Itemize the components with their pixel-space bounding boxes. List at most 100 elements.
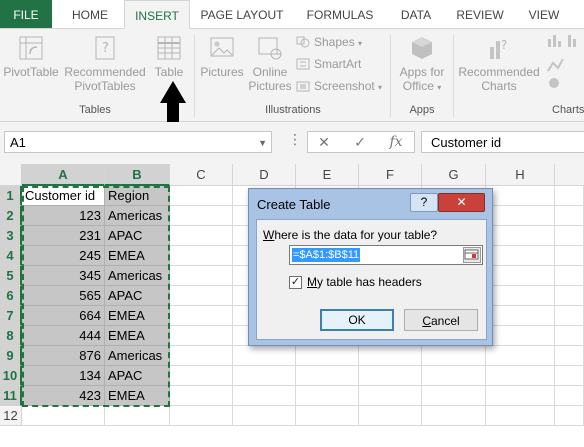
cell[interactable] <box>170 406 233 426</box>
row-header[interactable]: 6 <box>0 286 22 306</box>
column-header-f[interactable]: F <box>359 164 422 186</box>
cell[interactable] <box>422 406 486 426</box>
confirm-entry-icon[interactable]: ✓ <box>348 134 372 151</box>
cell[interactable] <box>422 366 486 386</box>
help-button[interactable]: ? <box>410 193 438 212</box>
pivottable-button[interactable]: PivotTable <box>2 35 60 79</box>
cancel-entry-icon[interactable]: ✕ <box>312 134 336 151</box>
cell[interactable] <box>170 246 233 266</box>
cell[interactable] <box>105 406 170 426</box>
cell[interactable] <box>555 266 584 286</box>
tab-formulas[interactable]: FORMULAS <box>302 0 378 28</box>
cell[interactable] <box>170 386 233 406</box>
cell[interactable] <box>486 346 555 366</box>
cell[interactable] <box>555 346 584 366</box>
cell[interactable] <box>555 246 584 266</box>
cell[interactable] <box>296 366 359 386</box>
select-all-corner[interactable] <box>0 164 22 186</box>
shapes-button[interactable]: Shapes ▾ <box>296 33 362 51</box>
column-header-c[interactable]: C <box>170 164 233 186</box>
cell[interactable]: 345 <box>22 266 105 286</box>
formula-input[interactable]: Customer id <box>421 131 584 153</box>
tab-home[interactable]: HOME <box>58 0 122 28</box>
cell[interactable] <box>296 386 359 406</box>
recommended-pivottables-button[interactable]: ? Recommended PivotTables <box>62 35 148 93</box>
tab-review[interactable]: REVIEW <box>450 0 510 28</box>
cell[interactable] <box>555 206 584 226</box>
cell[interactable] <box>555 286 584 306</box>
ok-button[interactable]: OK <box>320 309 394 331</box>
cancel-button[interactable]: Cancel <box>404 309 478 331</box>
cell[interactable] <box>555 306 584 326</box>
column-header-i[interactable] <box>555 164 584 186</box>
cell[interactable]: APAC <box>105 226 170 246</box>
cell[interactable] <box>422 386 486 406</box>
cell[interactable] <box>486 326 555 346</box>
cell[interactable]: EMEA <box>105 386 170 406</box>
range-input[interactable]: =$A$1:$B$11 <box>289 245 483 265</box>
tab-data[interactable]: DATA <box>392 0 440 28</box>
cell[interactable] <box>233 346 296 366</box>
collapse-dialog-button[interactable] <box>463 247 481 263</box>
row-header[interactable]: 11 <box>0 386 22 406</box>
name-box[interactable]: A1 ▼ <box>4 131 272 153</box>
online-pictures-button[interactable]: Online Pictures <box>248 35 292 93</box>
cell[interactable] <box>486 206 555 226</box>
cell[interactable]: 444 <box>22 326 105 346</box>
cell[interactable] <box>233 406 296 426</box>
cell[interactable] <box>555 386 584 406</box>
cell[interactable]: Americas <box>105 346 170 366</box>
cell[interactable]: EMEA <box>105 246 170 266</box>
cell[interactable] <box>555 406 584 426</box>
row-header[interactable]: 12 <box>0 406 22 426</box>
cell[interactable] <box>486 406 555 426</box>
cell[interactable]: 876 <box>22 346 105 366</box>
tab-page-layout[interactable]: PAGE LAYOUT <box>196 0 288 28</box>
pictures-button[interactable]: Pictures <box>198 35 246 79</box>
cell[interactable]: Customer id <box>22 186 105 206</box>
chevron-down-icon[interactable]: ▼ <box>258 132 267 154</box>
row-header[interactable]: 2 <box>0 206 22 226</box>
cell[interactable]: EMEA <box>105 326 170 346</box>
screenshot-button[interactable]: Screenshot ▾ <box>296 77 382 95</box>
cell[interactable] <box>170 206 233 226</box>
headers-checkbox[interactable]: ✓ <box>289 276 302 289</box>
cell[interactable] <box>170 226 233 246</box>
worksheet-grid[interactable]: A B C D E F G H 1 Customer id Region 2 123 Am… <box>0 164 584 447</box>
cell[interactable]: Americas <box>105 266 170 286</box>
cell[interactable] <box>296 346 359 366</box>
cell[interactable] <box>233 366 296 386</box>
cell[interactable] <box>296 406 359 426</box>
cell[interactable]: 664 <box>22 306 105 326</box>
column-header-b[interactable]: B <box>105 164 170 186</box>
cell[interactable]: 245 <box>22 246 105 266</box>
recommended-charts-button[interactable]: ? Recommended Charts <box>456 35 542 93</box>
cell[interactable]: EMEA <box>105 306 170 326</box>
more-options-icon[interactable]: ⋮ <box>288 131 302 148</box>
cell[interactable] <box>486 386 555 406</box>
cell[interactable] <box>170 286 233 306</box>
cell[interactable]: 231 <box>22 226 105 246</box>
chart-type-icons[interactable] <box>546 33 584 93</box>
cell[interactable] <box>170 326 233 346</box>
apps-for-office-button[interactable]: Apps for Office ▾ <box>394 35 450 95</box>
cell[interactable]: 423 <box>22 386 105 406</box>
cell[interactable] <box>170 306 233 326</box>
insert-function-icon[interactable]: fx <box>384 134 408 150</box>
cell[interactable] <box>486 286 555 306</box>
cell[interactable] <box>555 186 584 206</box>
tab-view[interactable]: VIEW <box>522 0 566 28</box>
cell[interactable] <box>170 266 233 286</box>
cell[interactable]: 134 <box>22 366 105 386</box>
tab-insert[interactable]: INSERT <box>124 0 190 29</box>
row-header[interactable]: 9 <box>0 346 22 366</box>
cell[interactable]: Americas <box>105 206 170 226</box>
column-header-g[interactable]: G <box>422 164 486 186</box>
close-button[interactable]: ✕ <box>438 193 485 212</box>
cell[interactable] <box>486 266 555 286</box>
row-header[interactable]: 4 <box>0 246 22 266</box>
cell[interactable] <box>555 226 584 246</box>
cell[interactable]: Region <box>105 186 170 206</box>
row-header[interactable]: 3 <box>0 226 22 246</box>
cell[interactable] <box>359 386 422 406</box>
